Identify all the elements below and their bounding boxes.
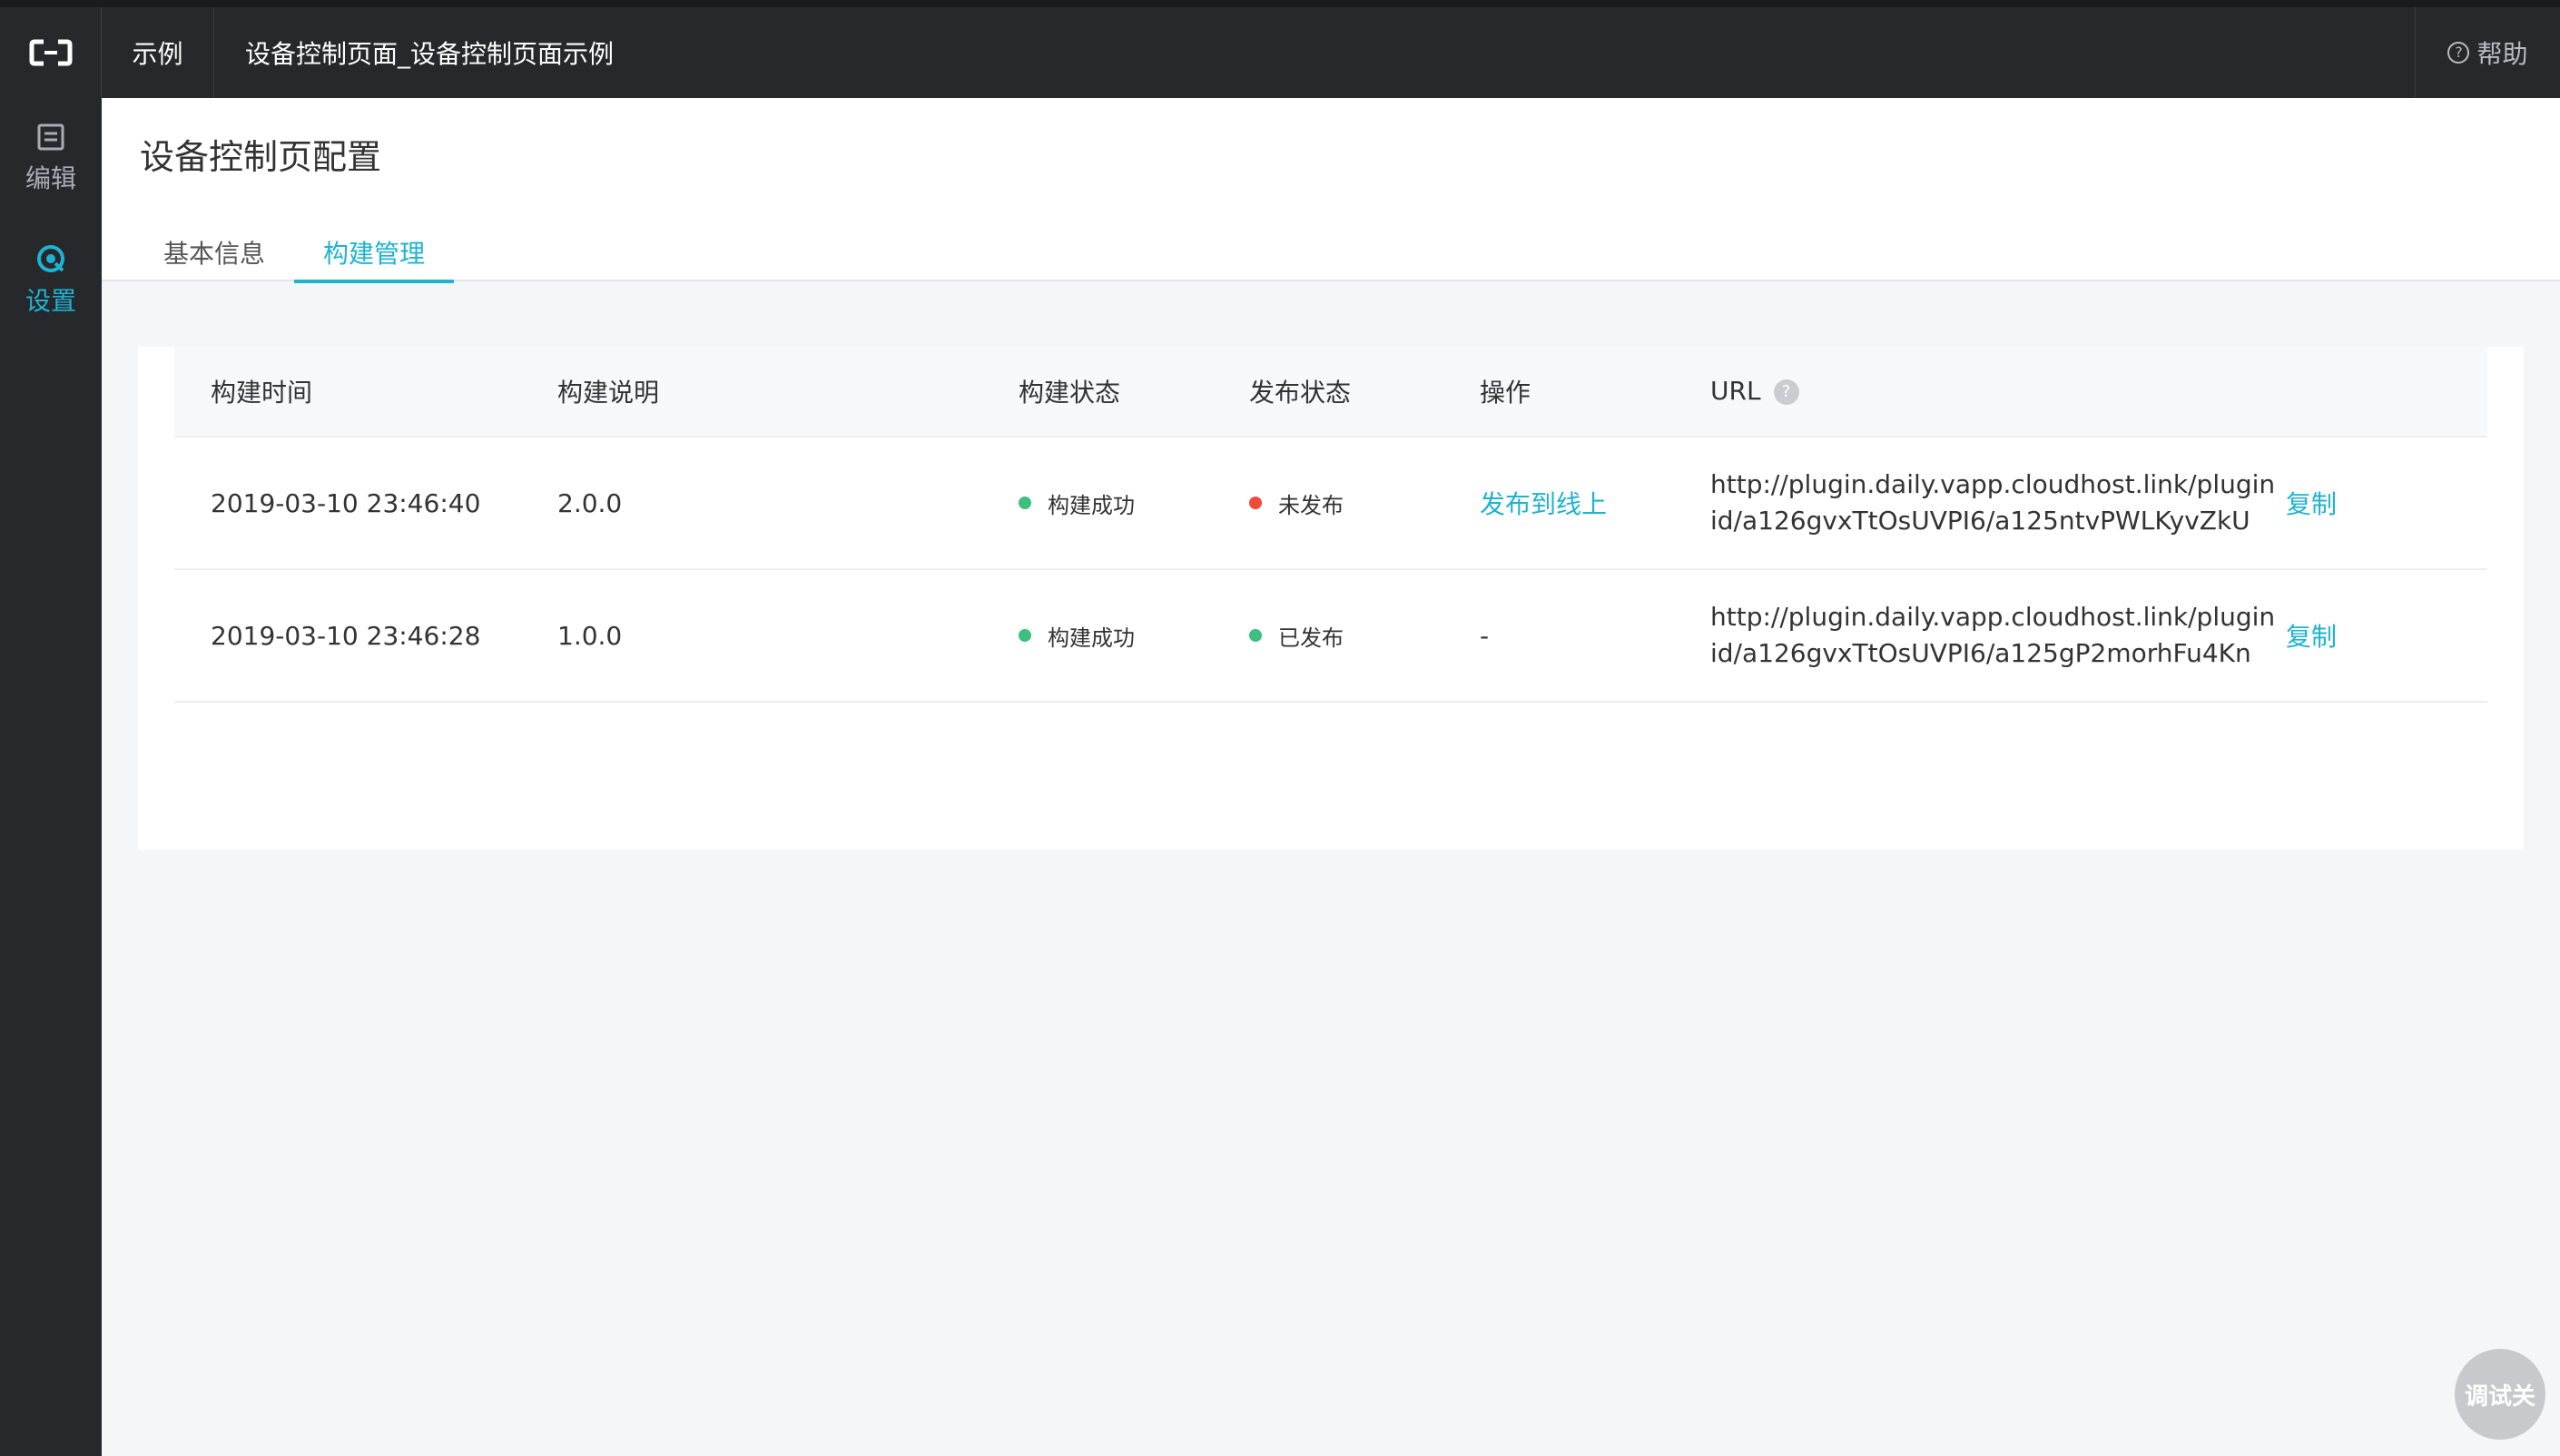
- status-dot-success-icon: [1249, 629, 1262, 642]
- status-dot-success-icon: [1019, 629, 1031, 642]
- build-table: 构建时间 构建说明 构建状态 发布状态 操作 URL? 2019-03-10 2…: [174, 347, 2487, 703]
- build-desc: 2.0.0: [557, 487, 623, 518]
- build-time: 2019-03-10 23:46:28: [211, 620, 481, 651]
- build-time: 2019-03-10 23:46:40: [211, 487, 481, 518]
- breadcrumb-title: 设备控制页面_设备控制页面示例: [245, 39, 615, 69]
- column-header-build-status: 构建状态: [1019, 378, 1121, 408]
- logo[interactable]: [0, 7, 102, 98]
- column-header-publish-status: 发布状态: [1249, 378, 1352, 408]
- column-header-build-desc: 构建说明: [557, 378, 660, 408]
- sidebar-item-label: 设置: [25, 286, 76, 316]
- copy-url-link[interactable]: 复制: [2250, 485, 2487, 521]
- question-icon[interactable]: ?: [1773, 379, 1799, 405]
- build-status-label: 构建成功: [1048, 492, 1135, 518]
- publish-status: 已发布: [1213, 620, 1443, 652]
- top-navbar: 示例 设备控制页面_设备控制页面示例 ? 帮助: [0, 0, 2560, 98]
- sidebar: 编辑 设置: [0, 98, 102, 1456]
- sidebar-item-settings[interactable]: 设置: [0, 220, 102, 341]
- table-header-row: 构建时间 构建说明 构建状态 发布状态 操作 URL?: [174, 347, 2487, 438]
- url-line: id/a126gvxTtOsUVPI6/a125gP2morhFu4Kn: [1710, 638, 2251, 668]
- column-header-build-time: 构建时间: [211, 378, 313, 408]
- table-row: 2019-03-10 23:46:28 1.0.0 构建成功 已发布 - htt…: [174, 570, 2487, 703]
- status-dot-error-icon: [1249, 497, 1262, 509]
- help-link[interactable]: ? 帮助: [2415, 7, 2560, 98]
- tab-basic-info[interactable]: 基本信息: [134, 223, 294, 281]
- url-line: id/a126gvxTtOsUVPI6/a125ntvPWLKyvZkU: [1710, 506, 2250, 536]
- plugin-url: http://plugin.daily.vapp.cloudhost.link/…: [1674, 467, 2276, 539]
- table-row: 2019-03-10 23:46:40 2.0.0 构建成功 未发布 发布到线上…: [174, 438, 2487, 570]
- column-header-action: 操作: [1480, 378, 1531, 408]
- settings-icon: [37, 245, 64, 272]
- edit-icon: [37, 123, 64, 151]
- main-content: 设备控制页配置 基本信息 构建管理 构建时间 构建说明 构建状态 发布状态 操作…: [102, 98, 2560, 1456]
- debug-toggle-button[interactable]: 调试关: [2455, 1349, 2545, 1440]
- action-none: -: [1480, 620, 1490, 651]
- sidebar-item-label: 编辑: [25, 163, 76, 193]
- cloud-logo-icon: [29, 39, 72, 66]
- build-status: 构建成功: [982, 620, 1213, 652]
- sidebar-item-edit[interactable]: 编辑: [0, 98, 102, 220]
- build-desc: 1.0.0: [557, 620, 623, 651]
- plugin-url: http://plugin.daily.vapp.cloudhost.link/…: [1674, 599, 2276, 672]
- url-line: http://plugin.daily.vapp.cloudhost.link/…: [1710, 469, 2276, 499]
- tab-build-management[interactable]: 构建管理: [294, 223, 455, 283]
- page-header: 设备控制页配置 基本信息 构建管理: [102, 98, 2560, 283]
- build-status: 构建成功: [982, 487, 1213, 519]
- build-table-card: 构建时间 构建说明 构建状态 发布状态 操作 URL? 2019-03-10 2…: [138, 347, 2524, 850]
- tab-bar: 基本信息 构建管理: [134, 223, 455, 283]
- url-header-label: URL: [1710, 376, 1761, 406]
- publish-online-link[interactable]: 发布到线上: [1443, 485, 1674, 521]
- question-circle-icon: ?: [2447, 42, 2470, 64]
- build-status-label: 构建成功: [1048, 625, 1135, 651]
- breadcrumb-root[interactable]: 示例: [102, 7, 214, 98]
- page-title: 设备控制页配置: [140, 137, 382, 177]
- status-dot-success-icon: [1019, 497, 1031, 509]
- publish-status: 未发布: [1213, 487, 1443, 519]
- copy-url-link[interactable]: 复制: [2250, 617, 2487, 654]
- publish-status-label: 未发布: [1278, 492, 1344, 518]
- column-header-url: URL?: [1674, 373, 2250, 409]
- publish-status-label: 已发布: [1278, 625, 1344, 651]
- help-label: 帮助: [2476, 39, 2528, 69]
- url-line: http://plugin.daily.vapp.cloudhost.link/…: [1710, 602, 2276, 632]
